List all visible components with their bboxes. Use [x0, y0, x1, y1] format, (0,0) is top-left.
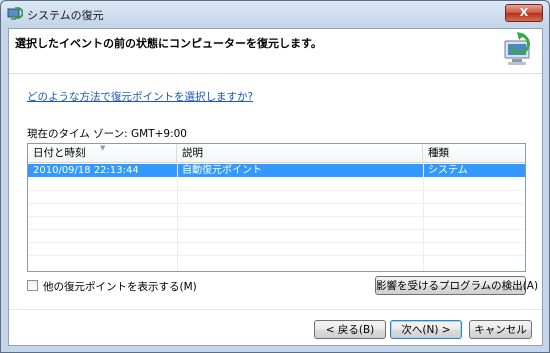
page-title: 選択したイベントの前の状態にコンピューターを復元します。	[15, 37, 322, 50]
dialog-header: 選択したイベントの前の状態にコンピューターを復元します。	[9, 29, 542, 71]
close-button[interactable]: X	[505, 4, 543, 22]
restore-computer-icon	[499, 31, 537, 69]
table-row[interactable]: 2010/09/18 22:13:44 自動復元ポイント システム	[28, 164, 525, 177]
row-datetime: 2010/09/18 22:13:44	[33, 165, 139, 176]
header-separator	[9, 73, 542, 74]
footer-separator	[9, 309, 542, 310]
title-bar[interactable]: システムの復元 X	[1, 1, 549, 27]
scan-affected-programs-button[interactable]: 影響を受けるプログラムの検出(A)	[375, 276, 538, 295]
grid-line	[28, 229, 525, 230]
row-description: 自動復元ポイント	[182, 165, 262, 176]
help-link[interactable]: どのような方法で復元ポイントを選択しますか?	[27, 89, 253, 104]
table-header: 日付と時刻 ▼ 説明 種類	[28, 144, 525, 163]
window-title: システムの復元	[27, 9, 104, 22]
grid-line	[28, 255, 525, 256]
cancel-button[interactable]: キャンセル	[469, 320, 532, 339]
grid-line	[28, 203, 525, 204]
row-type: システム	[428, 165, 468, 176]
show-more-checkbox[interactable]	[27, 280, 38, 291]
column-header-type[interactable]: 種類	[423, 144, 525, 162]
column-divider	[423, 162, 424, 271]
sort-arrow-icon: ▼	[100, 144, 106, 152]
next-button[interactable]: 次へ(N) >	[390, 320, 462, 339]
back-button[interactable]: < 戻る(B)	[314, 320, 386, 339]
show-more-label: 他の復元ポイントを表示する(M)	[43, 281, 197, 293]
timezone-label: 現在のタイム ゾーン: GMT+9:00	[27, 128, 187, 140]
system-restore-window: システムの復元 X 選択したイベントの前の状態にコンピューターを復元します。 ど…	[0, 0, 550, 353]
grid-line	[28, 216, 525, 217]
system-restore-icon	[7, 6, 24, 22]
grid-line	[28, 190, 525, 191]
restore-point-table[interactable]: 日付と時刻 ▼ 説明 種類 2010/09/18 22:13:44 自動復元ポイ…	[27, 143, 526, 272]
grid-line	[28, 242, 525, 243]
column-divider	[177, 162, 178, 271]
column-header-description[interactable]: 説明	[177, 144, 423, 162]
dialog-content: 選択したイベントの前の状態にコンピューターを復元します。 どのような方法で復元ポ…	[8, 28, 543, 346]
